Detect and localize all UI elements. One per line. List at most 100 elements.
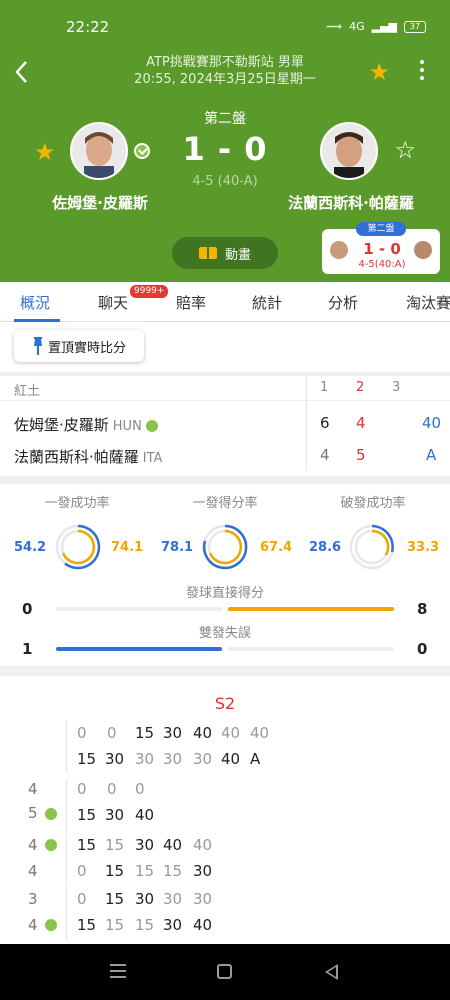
point-cell: 30 <box>163 916 183 934</box>
status-icons: ⟿ 4G ▂▄▆ 37 <box>326 20 426 33</box>
mini-scoreboard[interactable]: 第二盤 1 - 0 4-5(40:A) <box>322 222 440 274</box>
serving-indicator-icon <box>45 808 57 820</box>
mini-right-avatar <box>414 241 432 259</box>
favorite-player-right-star-icon[interactable]: ☆ <box>394 136 416 164</box>
point-cell: 15 <box>163 862 183 880</box>
status-time: 22:22 <box>66 18 110 36</box>
tab-chat[interactable]: 聊天 <box>98 292 128 313</box>
tab-odds[interactable]: 賠率 <box>176 292 206 313</box>
set-3-header: 3 <box>392 380 401 395</box>
point-cell: 40 <box>250 724 270 742</box>
point-cell: 15 <box>105 890 125 908</box>
point-cell: 15 <box>135 724 155 742</box>
aces-left-bar <box>56 607 222 611</box>
set-2-header: 2 <box>356 380 365 395</box>
battery-icon: 37 <box>404 20 426 33</box>
current-points: 40 <box>422 414 442 432</box>
row-player-nation: ITA <box>142 451 163 466</box>
back-icon[interactable] <box>325 964 338 980</box>
player-right-avatar[interactable] <box>320 122 378 180</box>
aces-right-bar <box>228 607 394 611</box>
serving-indicator-icon <box>45 839 57 851</box>
aces-left: 0 <box>22 600 33 618</box>
point-cell: 15 <box>105 836 125 854</box>
row-player: 佐姆堡·皮羅斯 HUN <box>14 414 158 435</box>
signal-icon: ⟿ <box>326 20 343 33</box>
system-nav-bar <box>0 944 450 1000</box>
stat-title: 一發成功率 <box>44 496 110 511</box>
court-icon <box>198 247 217 259</box>
aces-label: 發球直接得分 <box>185 586 264 601</box>
double-faults-left-bar <box>56 647 222 651</box>
point-cell: 30 <box>135 750 155 768</box>
point-cell: 30 <box>193 890 213 908</box>
point-cell: 30 <box>163 750 183 768</box>
more-menu-icon[interactable] <box>420 60 426 84</box>
network-icon: 4G <box>349 20 365 33</box>
point-cell: 30 <box>135 836 155 854</box>
aces-right-fill <box>228 607 394 611</box>
top-bar: ATP挑戰賽那不勒斯站 男單 20:55, 2024年3月25日星期一 ★ <box>0 52 450 92</box>
stat-left-value: 54.2 <box>14 540 47 555</box>
double-faults-right-bar <box>228 647 394 651</box>
serving-indicator-icon <box>145 419 158 432</box>
table-row[interactable]: 佐姆堡·皮羅斯 HUN 6 4 40 <box>0 406 450 440</box>
favorite-match-star-icon[interactable]: ★ <box>368 58 390 86</box>
point-cell: 15 <box>77 806 97 824</box>
player-left-name[interactable]: 佐姆堡·皮羅斯 <box>15 192 185 213</box>
tournament-info: ATP挑戰賽那不勒斯站 男單 20:55, 2024年3月25日星期一 <box>80 54 370 88</box>
tab-bracket[interactable]: 淘汰賽 <box>406 292 450 313</box>
stat-left-value: 78.1 <box>161 540 194 555</box>
pin-live-score-button[interactable]: 置頂實時比分 <box>14 330 144 362</box>
set-2-games: 5 <box>356 446 366 464</box>
stat-right-value: 33.3 <box>407 540 440 555</box>
row-player-name: 佐姆堡·皮羅斯 <box>14 416 109 434</box>
recent-apps-icon[interactable] <box>110 964 126 982</box>
home-icon[interactable] <box>217 964 232 979</box>
player-left-photo <box>72 124 126 178</box>
game-count: 3 <box>28 890 38 908</box>
game-count: 5 <box>28 804 38 822</box>
point-cell: 30 <box>193 862 213 880</box>
point-cell: 30 <box>135 890 155 908</box>
player-left-avatar[interactable] <box>70 122 128 180</box>
divider <box>66 720 67 772</box>
point-cell: 30 <box>193 750 213 768</box>
favorite-player-left-star-icon[interactable]: ★ <box>34 138 56 166</box>
tab-overview[interactable]: 概況 <box>20 292 50 313</box>
player-right-name[interactable]: 法蘭西斯科·帕薩羅 <box>266 192 436 213</box>
point-cell: 40 <box>193 916 213 934</box>
animation-button[interactable]: 動畫 <box>172 237 278 269</box>
sets-score: 1 - 0 <box>182 130 268 168</box>
back-arrow-icon[interactable] <box>12 58 32 86</box>
wifi-icon: ▂▄▆ <box>371 20 397 33</box>
match-datetime: 20:55, 2024年3月25日星期一 <box>134 72 316 87</box>
pin-area: 置頂實時比分 <box>0 322 450 372</box>
court-surface: 紅土 <box>14 384 41 399</box>
set-tag: S2 <box>214 694 236 713</box>
point-cell: 40 <box>163 836 183 854</box>
point-cell: 40 <box>193 724 213 742</box>
break-point-ring <box>349 524 395 570</box>
game-count: 4 <box>28 862 38 880</box>
tab-stats[interactable]: 統計 <box>252 292 282 313</box>
score-table: 紅土 1 2 3 佐姆堡·皮羅斯 HUN 6 4 40 法蘭西斯科·帕薩羅 ITA … <box>0 376 450 476</box>
point-cell: 15 <box>135 916 155 934</box>
point-cell: 15 <box>77 750 97 768</box>
tab-analysis[interactable]: 分析 <box>328 292 358 313</box>
table-row[interactable]: 法蘭西斯科·帕薩羅 ITA 4 5 A <box>0 438 450 472</box>
match-header: 22:22 ⟿ 4G ▂▄▆ 37 ATP挑戰賽那不勒斯站 男單 20:55, … <box>0 0 450 282</box>
set-1-header: 1 <box>320 380 329 395</box>
game-score: 4-5 (40-A) <box>192 174 258 189</box>
stat-left-value: 28.6 <box>309 540 342 555</box>
point-cell: 40 <box>221 724 241 742</box>
point-cell: 30 <box>105 806 125 824</box>
pin-icon <box>33 337 42 355</box>
point-cell: 40 <box>221 750 241 768</box>
divider <box>66 888 67 940</box>
set-2-games: 4 <box>356 414 366 432</box>
tournament-name: ATP挑戰賽那不勒斯站 男單 <box>146 55 304 70</box>
game-count: 4 <box>28 780 38 798</box>
double-faults-left-fill <box>56 647 222 651</box>
point-cell: A <box>250 750 261 768</box>
